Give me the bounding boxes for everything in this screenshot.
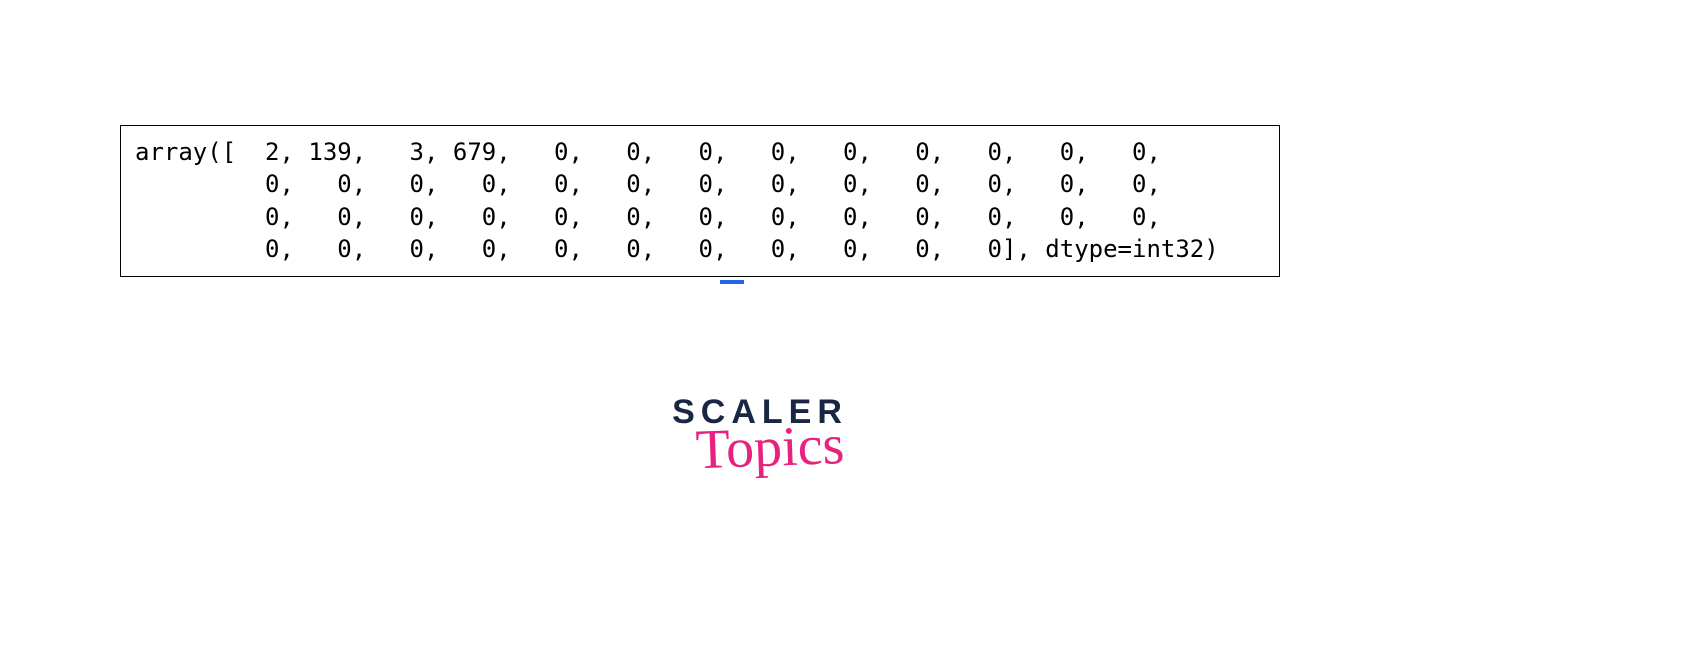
logo-text-topics: Topics <box>639 419 881 478</box>
code-line-2: 0, 0, 0, 0, 0, 0, 0, 0, 0, 0, 0, 0, 0, <box>135 170 1161 198</box>
code-line-1: array([ 2, 139, 3, 679, 0, 0, 0, 0, 0, 0… <box>135 138 1161 166</box>
blue-mark <box>720 280 744 284</box>
logo-text-scaler: SCALER <box>640 395 880 429</box>
code-output-box: array([ 2, 139, 3, 679, 0, 0, 0, 0, 0, 0… <box>120 125 1280 277</box>
code-line-3: 0, 0, 0, 0, 0, 0, 0, 0, 0, 0, 0, 0, 0, <box>135 203 1161 231</box>
scaler-topics-logo: SCALER Topics <box>640 395 880 473</box>
code-line-4: 0, 0, 0, 0, 0, 0, 0, 0, 0, 0, 0], dtype=… <box>135 235 1219 263</box>
